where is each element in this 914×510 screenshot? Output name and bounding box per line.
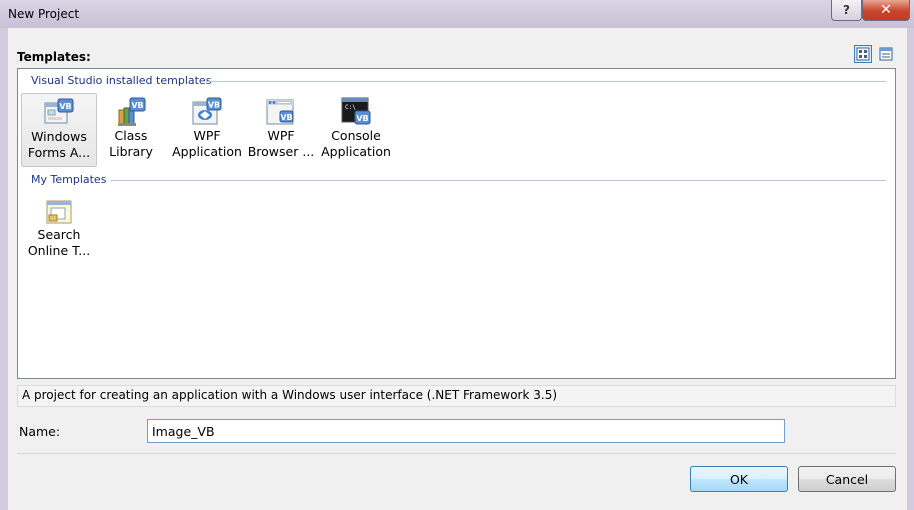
template-description: A project for creating an application wi… bbox=[17, 385, 896, 407]
window-frame-right bbox=[907, 28, 914, 510]
template-wpf-application[interactable]: VB WPF Application bbox=[169, 93, 245, 167]
name-label: Name: bbox=[19, 424, 61, 439]
group-divider bbox=[111, 180, 886, 181]
template-label: Class Library bbox=[109, 128, 153, 159]
template-label: WPF Application bbox=[172, 128, 242, 159]
list-view-icon bbox=[879, 47, 893, 61]
group-header-installed: Visual Studio installed templates bbox=[31, 74, 212, 87]
templates-list[interactable]: Visual Studio installed templates VB Win… bbox=[17, 68, 896, 379]
separator bbox=[17, 453, 896, 454]
template-console-application[interactable]: C:\ VB Console Application bbox=[318, 93, 394, 167]
svg-text:VB: VB bbox=[131, 101, 143, 110]
cancel-button[interactable]: Cancel bbox=[798, 466, 896, 492]
group-divider bbox=[206, 81, 886, 82]
template-label: Search Online T... bbox=[27, 227, 91, 258]
small-icons-view-button[interactable] bbox=[877, 45, 895, 63]
search-online-icon bbox=[46, 200, 72, 224]
project-name-input[interactable] bbox=[147, 419, 785, 443]
console-application-icon: C:\ VB bbox=[341, 97, 371, 125]
wpf-application-icon: VB bbox=[192, 97, 222, 125]
template-label: Windows Forms A... bbox=[27, 129, 91, 160]
template-class-library[interactable]: VB Class Library bbox=[93, 93, 169, 167]
template-label: Console Application bbox=[321, 128, 391, 159]
class-library-icon: VB bbox=[118, 97, 146, 126]
svg-text:C:\: C:\ bbox=[345, 104, 356, 111]
template-windows-forms[interactable]: VB Windows Forms A... bbox=[21, 93, 97, 167]
large-icons-icon bbox=[856, 47, 870, 61]
template-label: WPF Browser ... bbox=[247, 128, 315, 159]
ok-button[interactable]: OK bbox=[690, 466, 788, 492]
window-title: New Project bbox=[8, 7, 80, 21]
window-frame-left bbox=[0, 28, 8, 510]
group-header-my-templates: My Templates bbox=[31, 173, 107, 186]
svg-text:VB: VB bbox=[280, 113, 292, 122]
help-button[interactable]: ? bbox=[831, 0, 862, 21]
close-button[interactable]: ✕ bbox=[862, 0, 910, 21]
svg-text:VB: VB bbox=[356, 114, 368, 123]
templates-label: Templates: bbox=[17, 50, 91, 64]
svg-text:VB: VB bbox=[208, 101, 220, 110]
template-wpf-browser[interactable]: VB WPF Browser ... bbox=[243, 93, 319, 167]
large-icons-view-button[interactable] bbox=[854, 45, 872, 63]
windows-forms-icon: VB bbox=[44, 98, 74, 124]
svg-text:VB: VB bbox=[59, 102, 71, 111]
template-search-online[interactable]: Search Online T... bbox=[21, 192, 97, 266]
wpf-browser-icon: VB bbox=[266, 99, 294, 125]
title-bar: New Project ? ✕ bbox=[0, 0, 914, 29]
